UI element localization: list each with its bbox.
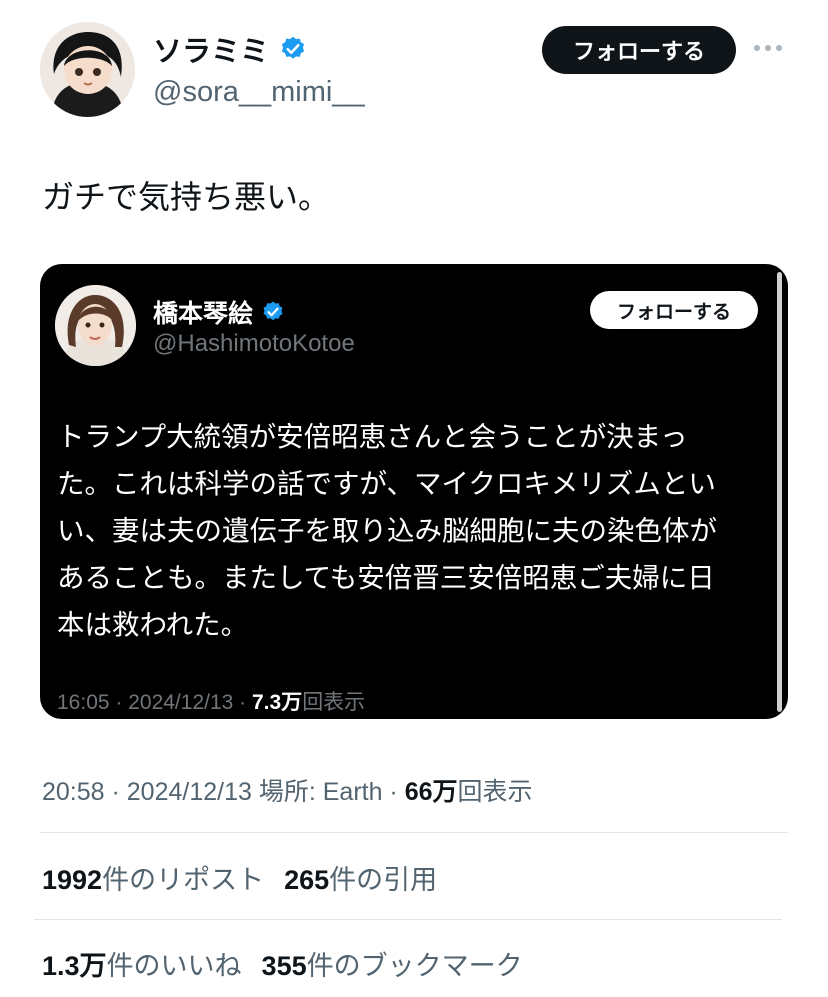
verified-badge-icon [263, 301, 283, 321]
quoted-text-line: あることも。またしても安倍晋三安倍昭恵ご夫婦に日 [57, 562, 715, 594]
quoted-text-line: い、妻は夫の遺伝子を取り込み脳細胞に夫の染色体が [57, 515, 717, 547]
author-display-name[interactable]: ソラミミ [153, 28, 269, 70]
verified-badge-icon [281, 36, 305, 59]
quoted-tweet-card[interactable]: 橋本琴絵 @HashimotoKotoe フォローする トランプ大統領が安倍昭恵… [40, 264, 788, 719]
quotes-stat[interactable]: 265件の引用 [284, 858, 437, 897]
more-options-icon[interactable] [754, 36, 788, 60]
quoted-text-line: 本は救われた。 [57, 609, 249, 641]
author-name-row[interactable]: ソラミミ [153, 28, 307, 70]
views-label: 回表示 [457, 778, 533, 806]
quoted-scrollbar[interactable] [777, 272, 782, 712]
likes-count: 1.3万 [42, 951, 107, 981]
quoted-name-row[interactable]: 橋本琴絵 [153, 294, 285, 330]
quoted-meta: 16:05 · 2024/12/13 · 7.3万回表示 [57, 686, 365, 716]
quoted-timestamp[interactable]: 16:05 · 2024/12/13 · [57, 691, 252, 714]
bookmarks-label: 件のブックマーク [306, 951, 523, 982]
tweet-meta: 20:58 · 2024/12/13 場所: Earth · 66万回表示 [42, 772, 533, 808]
quoted-text-line: トランプ大統領が安倍昭恵さんと会うことが決まっ [57, 421, 688, 453]
reposts-stat[interactable]: 1992件のリポスト [42, 858, 264, 897]
quoted-views-label: 回表示 [302, 691, 366, 714]
quotes-count: 265 [284, 865, 330, 895]
tweet-timestamp[interactable]: 20:58 · 2024/12/13 場所: Earth · [42, 778, 405, 806]
quoted-author-avatar[interactable] [55, 285, 136, 366]
follow-button[interactable]: フォローする [542, 26, 736, 74]
author-handle[interactable]: @sora__mimi__ [153, 76, 365, 109]
tweet-text: ガチで気持ち悪い。 [42, 178, 331, 216]
divider [34, 919, 782, 920]
divider [40, 832, 788, 833]
quoted-text-line: た。これは科学の話ですが、マイクロキメリズムとい [57, 468, 716, 500]
bookmarks-stat[interactable]: 355件のブックマーク [262, 944, 523, 983]
quoted-views-count: 7.3万 [251, 691, 303, 714]
quoted-handle[interactable]: @HashimotoKotoe [153, 330, 355, 358]
quoted-display-name[interactable]: 橋本琴絵 [153, 294, 253, 330]
like-stats-row: 1.3万件のいいね 355件のブックマーク [42, 944, 523, 983]
quoted-tweet-text: トランプ大統領が安倍昭恵さんと会うことが決まっ た。これは科学の話ですが、マイク… [57, 414, 769, 649]
repost-stats-row: 1992件のリポスト 265件の引用 [42, 858, 437, 897]
likes-stat[interactable]: 1.3万件のいいね [42, 944, 242, 983]
reposts-label: 件のリポスト [102, 865, 265, 896]
reposts-count: 1992 [42, 865, 103, 895]
views-count: 66万 [404, 778, 458, 806]
likes-label: 件のいいね [106, 951, 242, 982]
author-avatar[interactable] [40, 22, 135, 117]
quoted-follow-button[interactable]: フォローする [590, 291, 758, 329]
quotes-label: 件の引用 [329, 865, 438, 896]
bookmarks-count: 355 [261, 951, 307, 981]
